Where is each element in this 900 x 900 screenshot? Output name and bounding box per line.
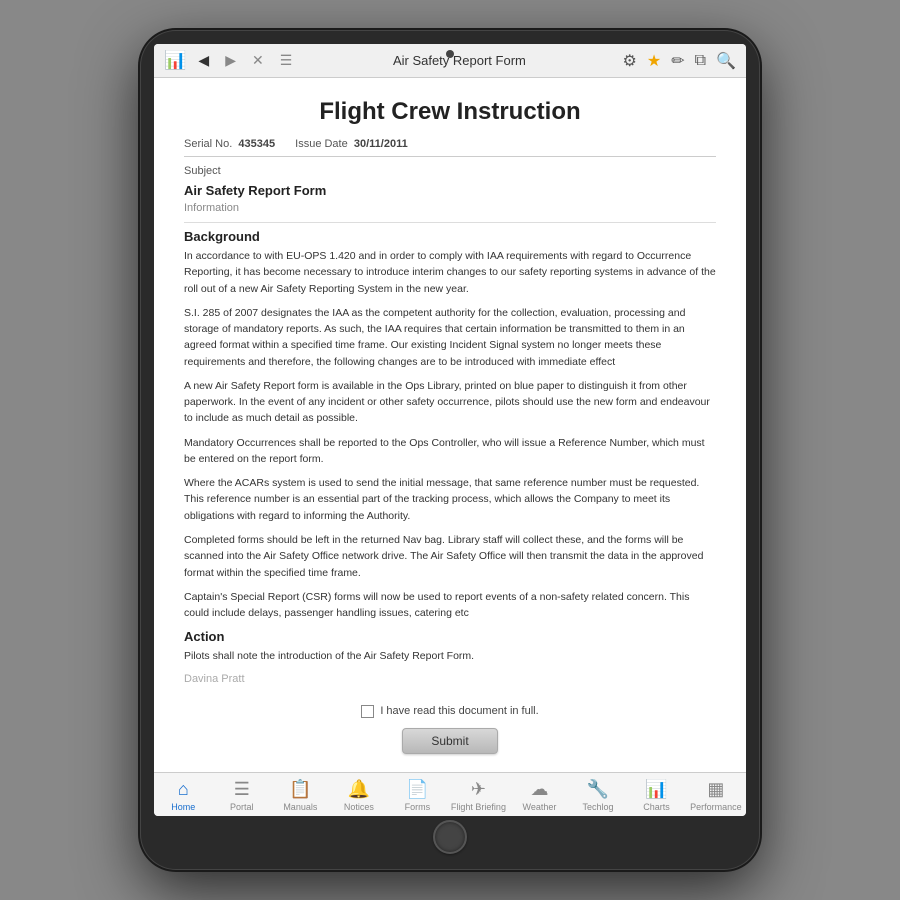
techlog-label: Techlog [583, 802, 614, 812]
manuals-label: Manuals [283, 802, 317, 812]
list-button[interactable]: ☰ [276, 50, 297, 71]
read-checkbox[interactable] [361, 705, 374, 718]
document-title: Flight Crew Instruction [184, 98, 716, 126]
action-heading: Action [184, 629, 716, 644]
forms-icon: 📄 [406, 779, 428, 800]
document-meta: Serial No. 435345 Issue Date 30/11/2011 [184, 138, 716, 157]
info-label: Information [184, 202, 716, 214]
nav-item-flight-briefing[interactable]: ✈ Flight Briefing [451, 779, 506, 812]
nav-item-portal[interactable]: ☰ Portal [217, 779, 267, 812]
home-label: Home [171, 802, 195, 812]
tablet-device: 📊 ◀ ▶ ✕ ☰ Air Safety Report Form ⚙ ★ ✏ ⧉… [140, 30, 760, 870]
charts-label: Charts [643, 802, 670, 812]
section-title: Air Safety Report Form [184, 183, 716, 198]
paragraph-1: In accordance to with EU-OPS 1.420 and i… [184, 248, 716, 297]
forms-label: Forms [405, 802, 431, 812]
back-button[interactable]: ◀ [194, 50, 213, 71]
nav-item-notices[interactable]: 🔔 Notices [334, 779, 384, 812]
charts-icon: 📊 [645, 779, 667, 800]
action-text: Pilots shall note the introduction of th… [184, 648, 716, 664]
paragraph-4: Mandatory Occurrences shall be reported … [184, 435, 716, 468]
performance-icon: ▦ [707, 779, 724, 800]
issue-date-label: Issue Date 30/11/2011 [295, 138, 408, 150]
home-button[interactable] [433, 820, 467, 854]
divider [184, 222, 716, 223]
home-icon: ⌂ [178, 779, 189, 800]
nav-item-weather[interactable]: ☁ Weather [514, 779, 564, 812]
flight-briefing-label: Flight Briefing [451, 802, 506, 812]
techlog-icon: 🔧 [587, 779, 609, 800]
copy-icon[interactable]: ⧉ [695, 52, 706, 70]
performance-label: Performance [690, 802, 742, 812]
portal-icon: ☰ [234, 779, 250, 800]
issue-date-value: 30/11/2011 [354, 138, 408, 150]
paragraph-5: Where the ACARs system is used to send t… [184, 475, 716, 524]
nav-item-manuals[interactable]: 📋 Manuals [275, 779, 325, 812]
subject-label: Subject [184, 165, 716, 177]
camera [446, 50, 454, 58]
weather-label: Weather [523, 802, 557, 812]
background-heading: Background [184, 229, 716, 244]
flight-briefing-icon: ✈ [471, 779, 486, 800]
home-button-area [433, 816, 467, 856]
tablet-screen: 📊 ◀ ▶ ✕ ☰ Air Safety Report Form ⚙ ★ ✏ ⧉… [154, 44, 746, 816]
document-content: Flight Crew Instruction Serial No. 43534… [154, 78, 746, 772]
nav-item-charts[interactable]: 📊 Charts [632, 779, 682, 812]
edit-icon[interactable]: ✏ [671, 51, 684, 71]
checkbox-label: I have read this document in full. [380, 705, 538, 717]
nav-item-home[interactable]: ⌂ Home [158, 779, 208, 812]
submit-button[interactable]: Submit [402, 728, 497, 754]
search-icon[interactable]: 🔍 [716, 51, 736, 71]
form-section: I have read this document in full. Submi… [184, 695, 716, 764]
paragraph-7: Captain's Special Report (CSR) forms wil… [184, 589, 716, 622]
gear-icon[interactable]: ⚙ [623, 51, 637, 71]
checkbox-row: I have read this document in full. [361, 705, 538, 718]
manuals-icon: 📋 [289, 779, 311, 800]
bottom-nav: ⌂ Home ☰ Portal 📋 Manuals 🔔 Notices 📄 Fo… [154, 772, 746, 816]
nav-item-techlog[interactable]: 🔧 Techlog [573, 779, 623, 812]
nav-item-forms[interactable]: 📄 Forms [392, 779, 442, 812]
serial-label: Serial No. 435345 [184, 138, 275, 150]
nav-item-performance[interactable]: ▦ Performance [690, 779, 742, 812]
app-icon: 📊 [164, 50, 186, 71]
browser-title: Air Safety Report Form [304, 53, 614, 68]
serial-value: 435345 [238, 138, 275, 150]
close-button[interactable]: ✕ [248, 50, 268, 71]
star-icon[interactable]: ★ [647, 51, 661, 71]
browser-actions: ⚙ ★ ✏ ⧉ 🔍 [623, 51, 736, 71]
forward-button[interactable]: ▶ [221, 50, 240, 71]
notices-label: Notices [344, 802, 374, 812]
paragraph-6: Completed forms should be left in the re… [184, 532, 716, 581]
notices-icon: 🔔 [348, 779, 370, 800]
paragraph-3: A new Air Safety Report form is availabl… [184, 378, 716, 427]
paragraph-2: S.I. 285 of 2007 designates the IAA as t… [184, 305, 716, 370]
signature: Davina Pratt [184, 673, 716, 685]
portal-label: Portal [230, 802, 254, 812]
weather-icon: ☁ [530, 779, 548, 800]
